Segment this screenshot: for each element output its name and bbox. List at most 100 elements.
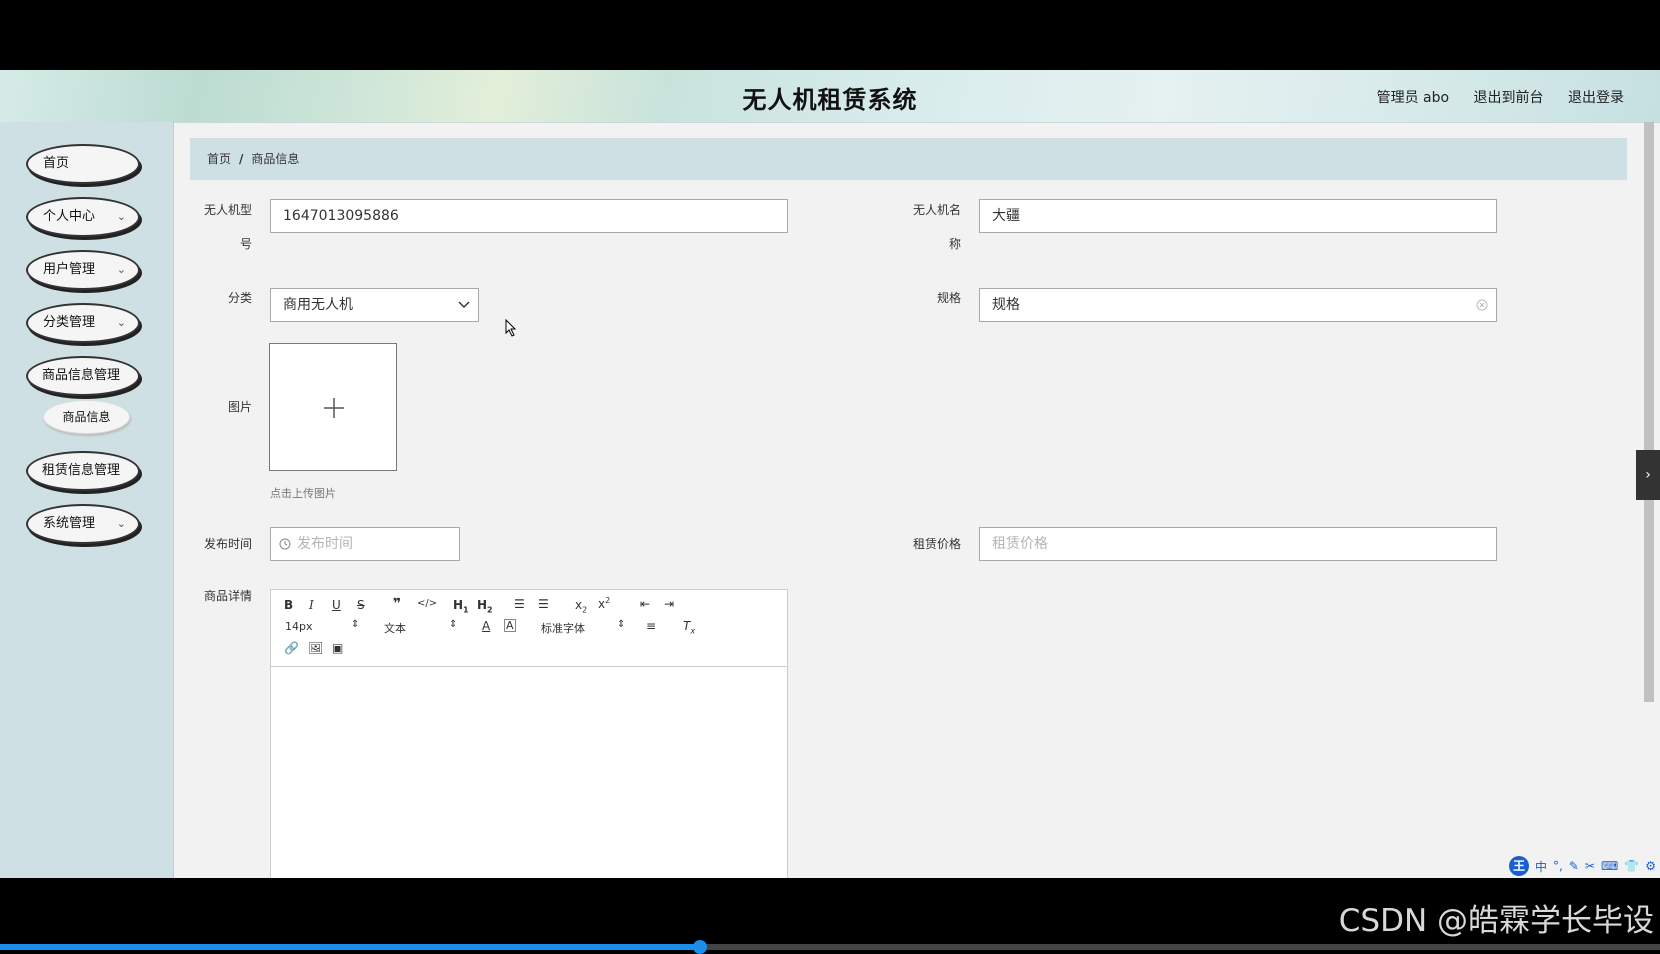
editor-toolbar: B I U S ❞ </> H1 H2 ☰ ☰ x2 x2 ⇤ ⇥ 14px ⇕… — [271, 590, 787, 667]
clock-icon — [279, 538, 291, 550]
h2-icon[interactable]: H2 — [477, 598, 493, 614]
sidebar-item-rental-management[interactable]: 租赁信息管理 — [26, 451, 140, 491]
link-icon[interactable]: 🔗 — [284, 641, 299, 655]
sidebar-item-label: 租赁信息管理 — [42, 463, 121, 478]
ime-toolbar: 王 中 °, ✎ ✂ ⌨ 👕 ⚙ — [1508, 856, 1656, 876]
image-icon[interactable]: 🖼 — [308, 641, 323, 655]
strike-icon[interactable]: S — [357, 598, 365, 612]
model-label-wrap: 号 — [239, 237, 252, 251]
app-window: 无人机租赁系统 管理员 abo 退出到前台 退出登录 首页 个人中心 ⌄ 用户管… — [0, 70, 1660, 878]
spec-label: 规格 — [936, 291, 961, 305]
h1-icon[interactable]: H1 — [453, 598, 469, 614]
chevron-down-icon — [458, 301, 470, 308]
bold-icon[interactable]: B — [284, 598, 293, 612]
sidebar-item-category-management[interactable]: 分类管理 ⌄ — [26, 303, 140, 343]
clear-format-icon[interactable]: Tx — [683, 619, 695, 635]
rich-text-editor: B I U S ❞ </> H1 H2 ☰ ☰ x2 x2 ⇤ ⇥ 14px ⇕… — [270, 589, 788, 878]
sidebar: 首页 个人中心 ⌄ 用户管理 ⌄ 分类管理 ⌄ 商品信息管理 商品信息 租赁信息… — [0, 122, 174, 878]
csdn-watermark: CSDN @皓霖学长毕设 — [1338, 903, 1654, 939]
ime-punctuation-icon[interactable]: °, — [1553, 859, 1563, 873]
clear-icon[interactable] — [1476, 299, 1488, 311]
main-content: 首页 / 商品信息 无人机型 号 1647013095886 无人机名 称 大疆 分… — [174, 122, 1644, 878]
ime-pen-icon[interactable]: ✎ — [1569, 859, 1579, 873]
image-upload-box[interactable] — [269, 343, 397, 471]
outdent-icon[interactable]: ⇤ — [640, 597, 650, 611]
chevron-down-icon: ⌄ — [116, 517, 126, 530]
sidebar-item-system-management[interactable]: 系统管理 ⌄ — [26, 504, 140, 544]
publish-time-placeholder: 发布时间 — [297, 536, 353, 552]
exit-to-front-link[interactable]: 退出到前台 — [1474, 90, 1544, 106]
model-input[interactable]: 1647013095886 — [270, 199, 788, 233]
category-select[interactable]: 商用无人机 — [270, 288, 479, 322]
superscript-icon[interactable]: x2 — [598, 596, 610, 611]
ime-settings-icon[interactable]: ⚙ — [1645, 859, 1656, 873]
header-bar: 无人机租赁系统 管理员 abo 退出到前台 退出登录 — [0, 70, 1660, 123]
paragraph-select[interactable]: 文本 — [384, 620, 406, 636]
ime-keyboard-icon[interactable]: ⌨ — [1601, 859, 1618, 873]
ime-logo-icon[interactable]: 王 — [1508, 856, 1529, 876]
underline-icon[interactable]: U — [332, 598, 341, 612]
chevron-down-icon: ⌄ — [116, 263, 126, 276]
name-label: 无人机名 — [912, 203, 961, 217]
sidebar-subitem-product-info[interactable]: 商品信息 — [43, 400, 130, 434]
breadcrumb: 首页 / 商品信息 — [190, 138, 1627, 180]
breadcrumb-home[interactable]: 首页 — [207, 152, 231, 166]
chevron-down-icon: ⌄ — [116, 210, 126, 223]
model-label: 无人机型 — [203, 203, 252, 217]
mouse-cursor-icon — [505, 319, 517, 337]
sidebar-item-label: 用户管理 — [43, 262, 96, 277]
sidebar-item-label: 分类管理 — [43, 315, 96, 330]
italic-icon[interactable]: I — [309, 598, 314, 612]
breadcrumb-current: 商品信息 — [251, 152, 300, 166]
upload-hint: 点击上传图片 — [270, 487, 336, 500]
bullet-list-icon[interactable]: ☰ — [538, 597, 549, 611]
sidebar-item-label: 个人中心 — [43, 209, 96, 224]
image-label: 图片 — [227, 400, 252, 414]
indent-icon[interactable]: ⇥ — [664, 597, 674, 611]
video-progress-handle[interactable] — [693, 940, 707, 954]
font-color-icon[interactable]: A — [482, 619, 490, 633]
sidebar-item-label: 首页 — [43, 156, 70, 171]
align-icon[interactable]: ≡ — [646, 619, 656, 633]
sidebar-item-product-management[interactable]: 商品信息管理 — [26, 356, 140, 396]
ime-skin-icon[interactable]: 👕 — [1624, 859, 1639, 873]
spec-input[interactable]: 规格 — [979, 288, 1497, 322]
header-links: 管理员 abo 退出到前台 退出登录 — [1357, 87, 1624, 107]
name-label-wrap: 称 — [948, 237, 961, 251]
ime-scissors-icon[interactable]: ✂ — [1585, 859, 1595, 873]
breadcrumb-separator: / — [239, 152, 244, 166]
ordered-list-icon[interactable]: ☰ — [514, 597, 525, 611]
quote-icon[interactable]: ❞ — [393, 596, 401, 612]
video-icon[interactable]: ▣ — [332, 641, 343, 655]
category-select-value: 商用无人机 — [283, 297, 353, 313]
sort-arrows-icon: ⇕ — [351, 619, 360, 630]
chevron-down-icon: ⌄ — [116, 316, 126, 329]
price-input[interactable]: 租赁价格 — [979, 527, 1497, 561]
sidebar-item-user-management[interactable]: 用户管理 ⌄ — [26, 250, 140, 290]
category-label: 分类 — [227, 291, 252, 305]
price-label: 租赁价格 — [912, 537, 961, 551]
expand-panel-handle[interactable]: › — [1636, 450, 1660, 500]
sort-arrows-icon: ⇕ — [449, 619, 458, 630]
font-family-select[interactable]: 标准字体 — [541, 620, 585, 636]
spec-input-value: 规格 — [992, 297, 1020, 313]
sort-arrows-icon: ⇕ — [617, 619, 626, 630]
ime-chinese-icon[interactable]: 中 — [1535, 858, 1547, 875]
vertical-scrollbar[interactable] — [1644, 122, 1654, 702]
logout-link[interactable]: 退出登录 — [1568, 90, 1624, 106]
font-size-select[interactable]: 14px — [285, 620, 313, 633]
current-user: 管理员 abo — [1376, 90, 1450, 106]
publish-time-label: 发布时间 — [203, 537, 252, 551]
background-color-icon[interactable]: A — [504, 619, 516, 632]
detail-label: 商品详情 — [203, 589, 252, 603]
sidebar-item-personal-center[interactable]: 个人中心 ⌄ — [26, 197, 140, 237]
name-input[interactable]: 大疆 — [979, 199, 1497, 233]
sidebar-item-label: 系统管理 — [43, 516, 96, 531]
plus-icon — [324, 398, 344, 418]
publish-time-picker[interactable]: 发布时间 — [270, 527, 460, 561]
subscript-icon[interactable]: x2 — [575, 598, 587, 614]
sidebar-item-label: 商品信息管理 — [42, 368, 121, 383]
code-icon[interactable]: </> — [417, 598, 437, 609]
sidebar-item-home[interactable]: 首页 — [26, 144, 140, 184]
video-progress-fill — [0, 944, 700, 950]
